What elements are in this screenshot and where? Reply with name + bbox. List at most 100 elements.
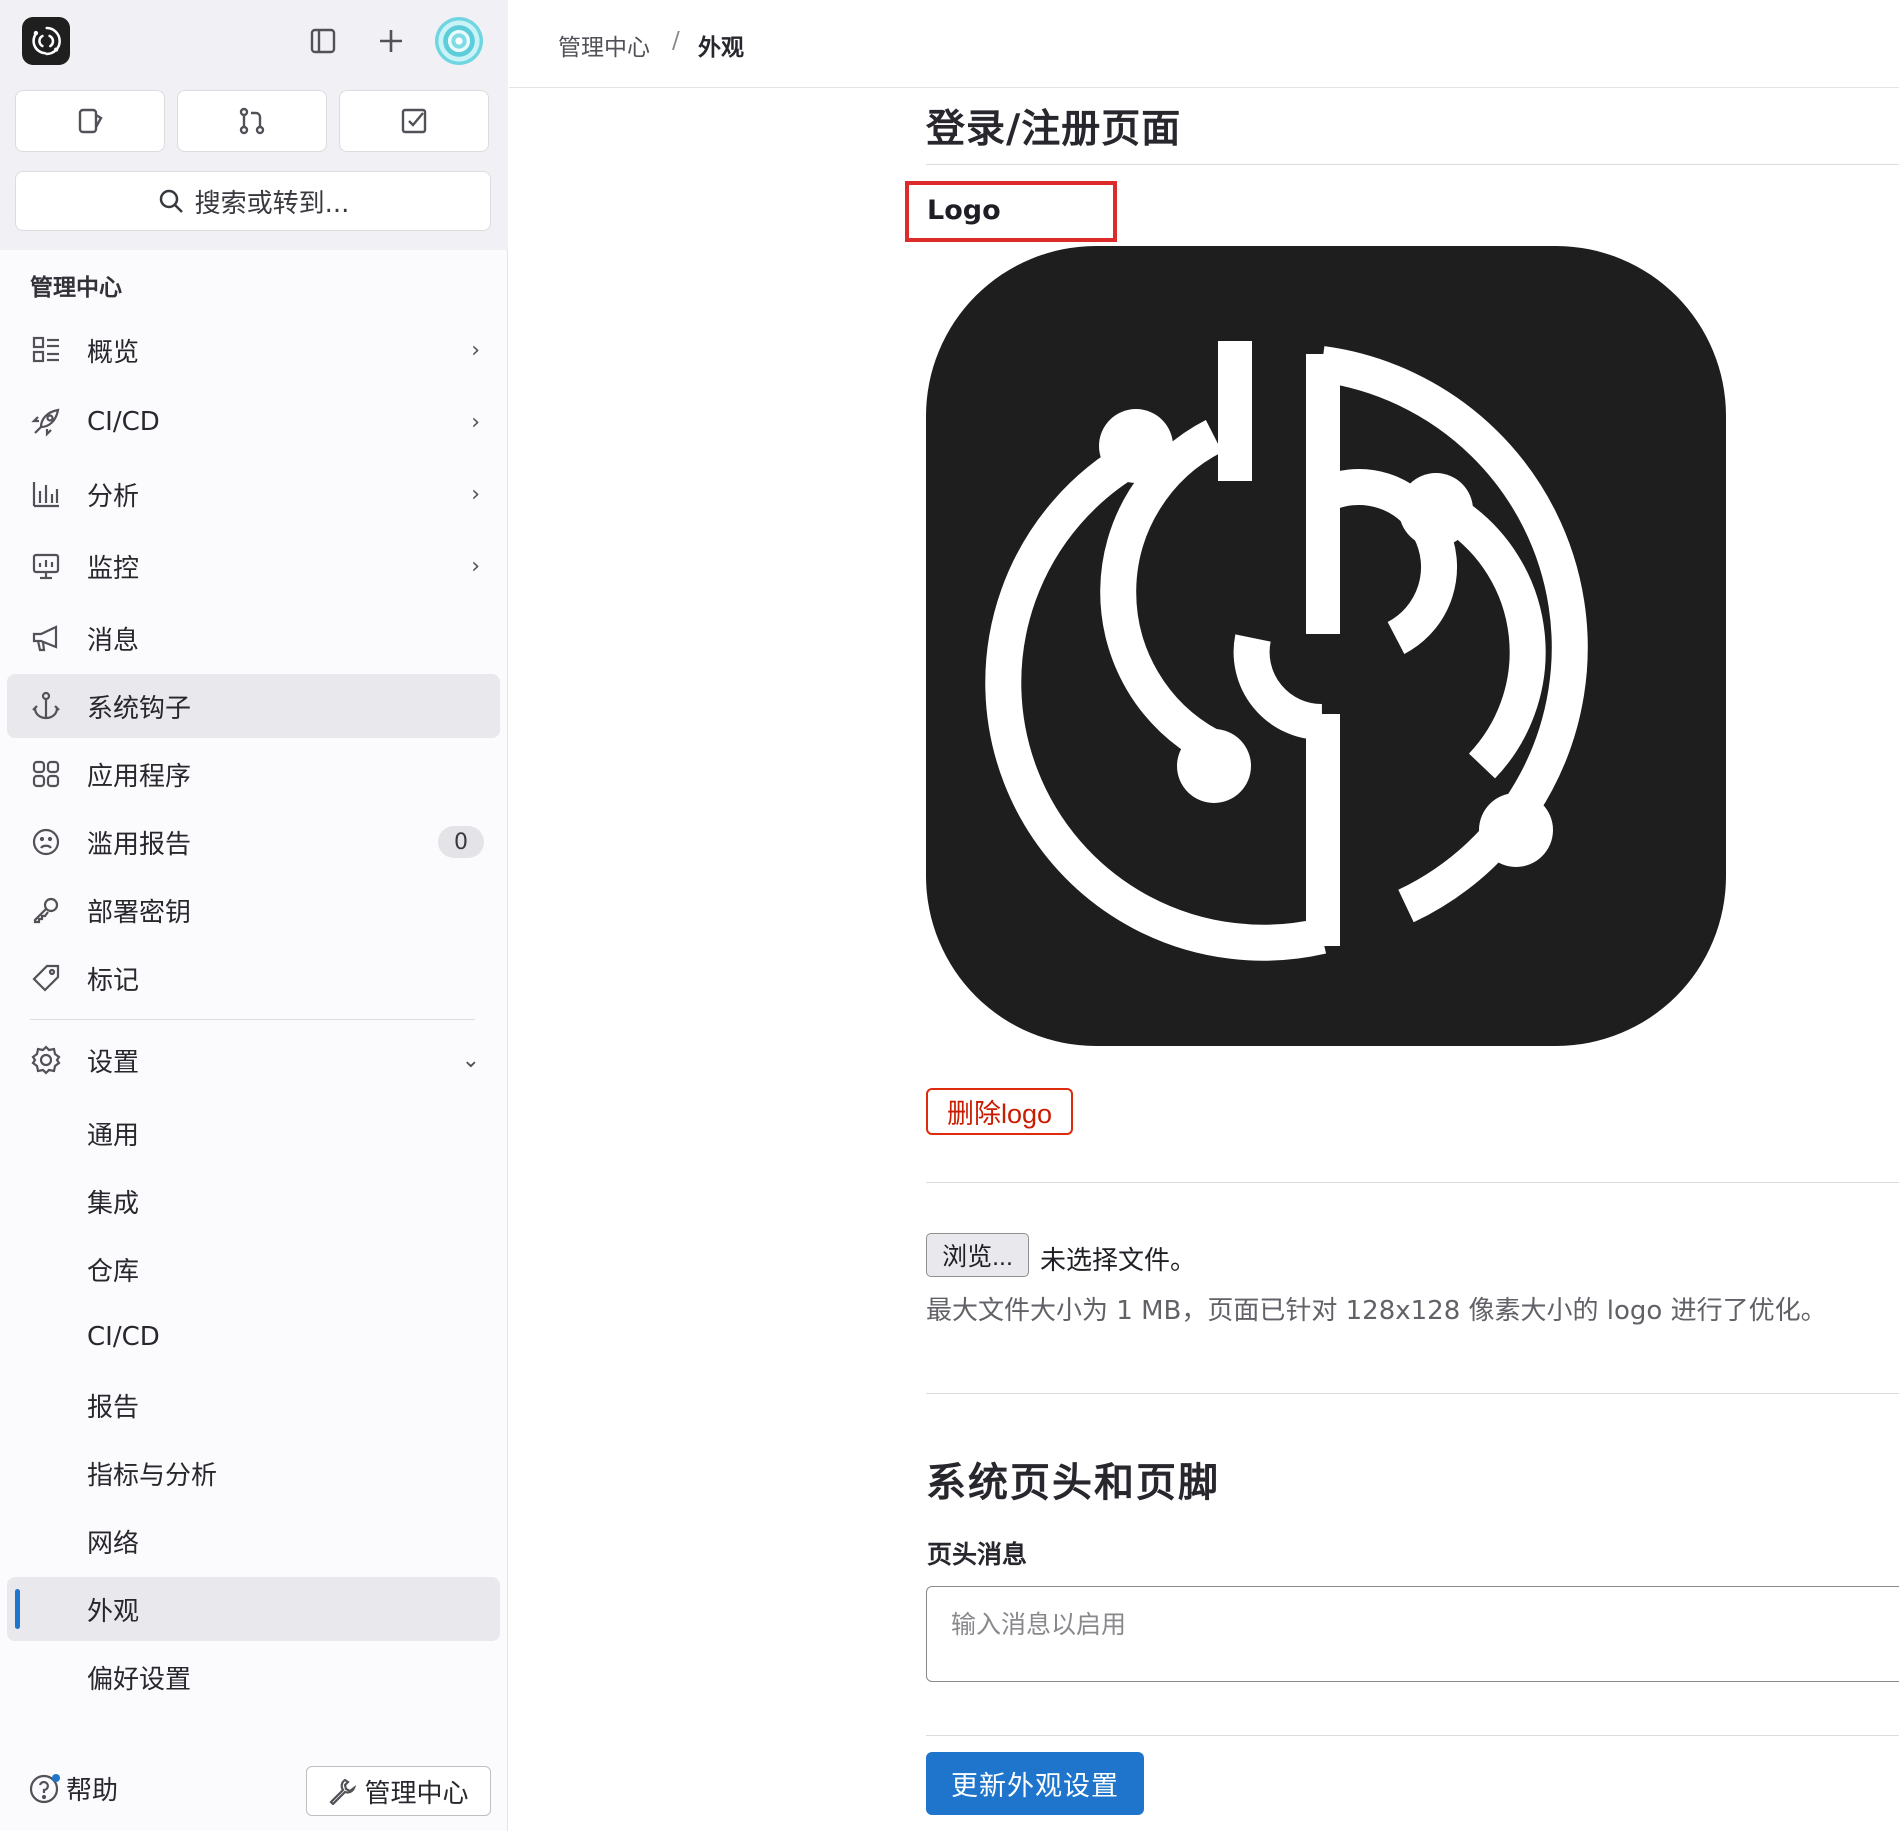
todo-icon — [401, 108, 427, 134]
anchor-icon — [29, 689, 63, 723]
header-message-placeholder: 输入消息以启用 — [951, 1610, 1127, 1639]
merge-requests-button[interactable] — [177, 90, 327, 152]
admin-area-button[interactable]: 管理中心 — [306, 1766, 491, 1816]
sidebar-top-bar: 搜索或转到... — [0, 0, 508, 250]
delete-logo-button[interactable]: 删除logo — [926, 1088, 1073, 1135]
toggle-sidebar-icon[interactable] — [302, 20, 344, 62]
sidebar-item-label: 应用程序 — [87, 761, 192, 792]
help-label: 帮助 — [66, 1776, 119, 1806]
sidebar-subitem-reporting[interactable]: 报告 — [7, 1373, 500, 1437]
breadcrumb-separator: / — [672, 28, 680, 54]
search-label: 搜索或转到... — [194, 188, 350, 219]
search-input[interactable]: 搜索或转到... — [15, 171, 491, 231]
label-icon — [29, 961, 63, 995]
browse-file-button[interactable]: 浏览... — [926, 1233, 1029, 1277]
sidebar-subitem-general[interactable]: 通用 — [7, 1101, 500, 1165]
sidebar-subitem-label: 网络 — [87, 1528, 140, 1559]
todo-button[interactable] — [339, 90, 489, 152]
sidebar-item-label: CI/CD — [87, 407, 160, 437]
file-status-text: 未选择文件。 — [1040, 1246, 1197, 1276]
logo-help-text: 最大文件大小为 1 MB，页面已针对 128x128 像素大小的 logo 进行… — [926, 1296, 1827, 1326]
monitor-icon — [29, 549, 63, 583]
sidebar-item-label: 滥用报告 — [87, 829, 192, 860]
sidebar-item-cicd[interactable]: CI/CD › — [7, 390, 500, 454]
sidebar-item-labels[interactable]: 标记 — [7, 946, 500, 1010]
count-badge: 0 — [438, 826, 484, 858]
sidebar-subitem-label: 通用 — [87, 1120, 140, 1151]
sidebar-subitem-label: 指标与分析 — [87, 1460, 218, 1491]
section-divider — [926, 1735, 1899, 1736]
sidebar-item-deploy-keys[interactable]: 部署密钥 — [7, 878, 500, 942]
plus-icon[interactable] — [370, 20, 412, 62]
update-appearance-button[interactable]: 更新外观设置 — [926, 1752, 1144, 1815]
user-avatar[interactable] — [435, 17, 483, 65]
section-divider — [926, 164, 1899, 165]
sidebar-item-label: 概览 — [87, 337, 140, 368]
sidebar-section-title: 管理中心 — [30, 275, 122, 301]
rocket-icon — [29, 405, 63, 439]
highlight-annotation-box — [905, 181, 1117, 242]
sidebar-subitem-appearance[interactable]: 外观 — [7, 1577, 500, 1641]
admin-area-label: 管理中心 — [364, 1778, 469, 1809]
section-divider — [926, 1182, 1899, 1183]
sidebar-subitem-label: 报告 — [87, 1392, 140, 1423]
sidebar-subitem-label: 集成 — [87, 1188, 140, 1219]
header-message-label: 页头消息 — [927, 1540, 1028, 1569]
sidebar-item-label: 监控 — [87, 553, 140, 584]
sad-face-icon — [29, 825, 63, 859]
sidebar-subitem-repository[interactable]: 仓库 — [7, 1237, 500, 1301]
section-title: 登录/注册页面 — [926, 107, 1182, 152]
sidebar-subitem-label: 仓库 — [87, 1256, 140, 1287]
chart-icon — [29, 477, 63, 511]
brand-logo[interactable] — [22, 17, 70, 65]
gear-icon — [29, 1043, 63, 1077]
search-icon — [159, 189, 183, 213]
sidebar-item-label: 标记 — [87, 965, 140, 996]
chevron-right-icon: › — [471, 481, 480, 507]
header-message-input[interactable]: 输入消息以启用 — [926, 1586, 1899, 1682]
overview-icon — [29, 333, 63, 367]
sidebar-subitem-cicd[interactable]: CI/CD — [7, 1305, 500, 1369]
header-footer-title: 系统页头和页脚 — [926, 1460, 1220, 1506]
sidebar-item-label: 系统钩子 — [87, 693, 192, 724]
sidebar-subitem-label: CI/CD — [87, 1322, 160, 1352]
sidebar-item-settings[interactable]: 设置 ⌄ — [7, 1028, 500, 1092]
sidebar-item-label: 部署密钥 — [87, 897, 192, 928]
merge-request-icon — [239, 107, 265, 135]
key-icon — [29, 893, 63, 927]
sidebar-item-analytics[interactable]: 分析 › — [7, 462, 500, 526]
sidebar-item-monitoring[interactable]: 监控 › — [7, 534, 500, 598]
sidebar-subitem-label: 外观 — [87, 1596, 140, 1627]
section-divider — [926, 1393, 1899, 1394]
help-button[interactable]: 帮助 — [28, 1770, 118, 1807]
chevron-down-icon: ⌄ — [461, 1047, 480, 1073]
issues-icon — [78, 108, 103, 134]
apps-icon — [29, 757, 63, 791]
logo-preview-image — [926, 246, 1726, 1046]
chevron-right-icon: › — [471, 553, 480, 579]
top-header: 管理中心 / 外观 — [509, 0, 1899, 88]
sidebar-subitem-metrics[interactable]: 指标与分析 — [7, 1441, 500, 1505]
wrench-icon — [329, 1778, 357, 1805]
logo-mark-icon — [985, 341, 1588, 961]
help-icon — [29, 1773, 60, 1803]
sidebar-divider — [30, 1019, 475, 1020]
sidebar-subitem-label: 偏好设置 — [87, 1664, 192, 1695]
issues-button[interactable] — [15, 90, 165, 152]
sidebar-item-applications[interactable]: 应用程序 — [7, 742, 500, 806]
sidebar-subitem-preferences[interactable]: 偏好设置 — [7, 1645, 500, 1709]
sidebar-item-label: 设置 — [87, 1047, 140, 1078]
chevron-right-icon: › — [471, 337, 480, 363]
sidebar-item-system-hooks[interactable]: 系统钩子 — [7, 674, 500, 738]
sidebar: 搜索或转到... 管理中心 概览 › CI/CD › 分析 › 监控 › 消息 … — [0, 0, 508, 1831]
breadcrumb-current: 外观 — [698, 35, 744, 61]
sidebar-subitem-integrations[interactable]: 集成 — [7, 1169, 500, 1233]
megaphone-icon — [29, 621, 63, 655]
chevron-right-icon: › — [471, 409, 480, 435]
breadcrumb-parent[interactable]: 管理中心 — [558, 28, 650, 62]
sidebar-item-messages[interactable]: 消息 — [7, 606, 500, 670]
brand-logo-icon — [32, 26, 61, 56]
sidebar-item-overview[interactable]: 概览 › — [7, 318, 500, 382]
sidebar-subitem-network[interactable]: 网络 — [7, 1509, 500, 1573]
sidebar-item-abuse-reports[interactable]: 滥用报告 0 — [7, 810, 500, 874]
